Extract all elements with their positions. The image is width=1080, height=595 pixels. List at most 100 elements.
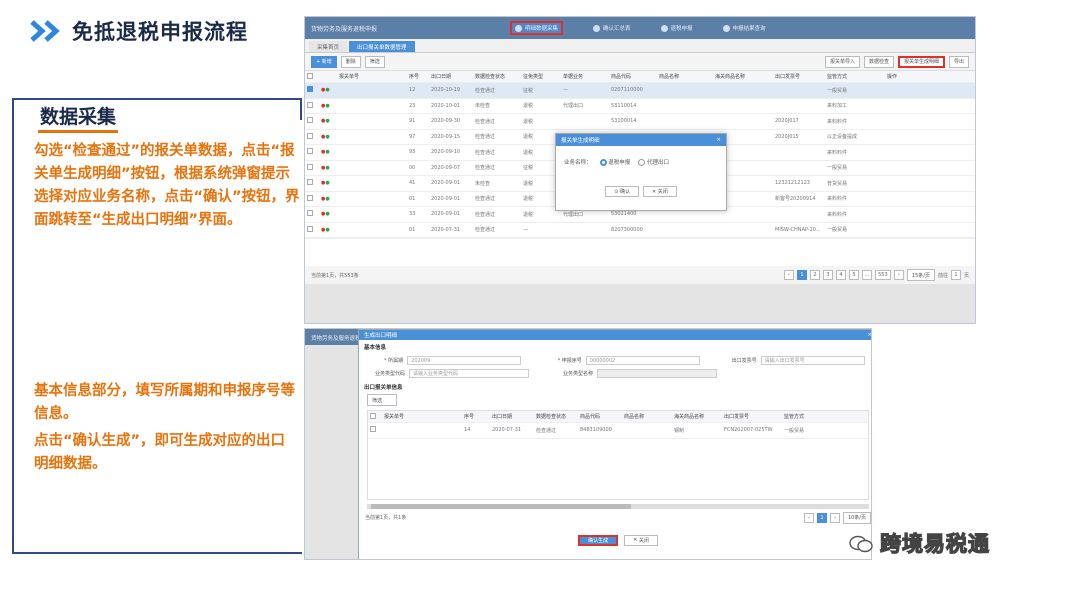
radio-agent-export[interactable]: 代理出口 [638,158,669,166]
export-detail-table: 报关单号 序号 出口日期 数据检查状态 商品代码 商品名称 海关商品名称 出口发票号 监管方式 … [367,410,869,500]
confirm-generate-button[interactable]: 确认生成 [578,534,619,546]
table-cell: 12 [409,87,416,94]
page-button[interactable]: 1 [816,512,827,523]
col-header: 单据业务 [563,74,584,80]
pager-info: 当前第1页，共1条 [365,515,407,521]
invoice-label: 出口发票号 [731,358,757,364]
row-checkbox[interactable] [307,225,313,232]
step-4[interactable]: 申报结果查询 [722,24,766,32]
tab-customs-data[interactable]: 出口报关单数据管理 [349,41,415,52]
import-button[interactable]: 报关单导入 [824,55,860,68]
step-description-2: 基本信息部分，填写所属期和申报序号等信息。 [34,383,295,422]
row-checkbox[interactable] [307,117,313,124]
row-checkbox[interactable] [307,163,313,170]
col-header: 操作 [887,74,898,80]
table-cell: — [523,226,528,233]
row-checkbox[interactable] [307,86,313,93]
table-row[interactable]: ●● 23 2020-10-01 未检查 退税 代理出口 53110014 来料加工 [305,99,975,114]
close-icon[interactable]: × [716,137,721,143]
table-row[interactable]: 14 2020-07-31 检查通过 8483109000 钢制 FCN202007-02… [368,423,868,439]
col-header: 海关商品名称 [674,414,705,420]
table-cell: 12321212123 [775,180,810,187]
invoice-input[interactable]: 请输入出口发票号 [760,356,865,365]
table-row[interactable]: ●● 91 2020-09-30 检查通过 退税 53100014 2020J017 来料料件 [305,114,975,130]
add-button[interactable]: + 新增 [311,55,337,68]
col-header: 商品名称 [624,414,645,420]
confirm-button[interactable]: ⊙ 确认 [605,186,639,197]
select-all-checkbox[interactable] [370,412,376,419]
delete-button[interactable]: 删除 [340,55,361,68]
tab-bar: 采集首页 出口报关单数据管理 [305,39,975,53]
close-icon[interactable]: × [867,332,871,338]
tab-home[interactable]: 采集首页 [309,41,348,52]
page-button[interactable]: 4 [835,270,846,280]
form-row: * 所属期 202009 * 申报序号 00000002 出口发票号 请输入出口… [359,354,871,367]
step-label: 退税申报 [670,26,693,32]
table-cell: 2020-09-30 [431,118,461,125]
prev-page-button[interactable]: ‹ [803,512,814,523]
biz-name-input [597,369,717,378]
page-button[interactable]: 553 [874,270,891,280]
generate-detail-modal: 报关单生成明细 × 业务名称： 退税申报 代理出口 ⊙ 确认 ✕ 关闭 [555,133,727,211]
col-header: 出口发票号 [724,414,750,420]
dialog-title: 生成出口明细 [364,333,398,339]
scrollbar-thumb[interactable] [371,503,631,509]
period-input[interactable]: 202009 [407,356,521,365]
biz-code-input[interactable]: 请输入业务类型代码 [409,369,529,378]
select-all-checkbox[interactable] [307,72,313,79]
page-size-select[interactable]: 15条/页 [906,269,935,281]
table-cell: 93 [409,149,416,156]
row-checkbox[interactable] [307,210,313,217]
step-3[interactable]: 退税申报 [660,24,693,32]
status-dots: ●● [321,133,330,140]
radio-label: 代理出口 [647,160,670,166]
close-button[interactable]: ✕ 关闭 [624,534,658,546]
radio-icon [638,159,646,166]
table-cell: 普货贸易 [827,180,848,187]
table-cell: 2020J017 [775,118,799,125]
table-row[interactable]: ●● 01 2020-07-31 检查通过 — 8207300000 MISW-CHNAP-… [305,223,975,238]
row-checkbox[interactable] [307,101,313,108]
table-cell: 一般贸易 [827,165,848,172]
page-size-select[interactable]: 10条/页 [842,511,871,524]
table-cell: 2020-09-01 [431,211,461,218]
row-checkbox[interactable] [307,148,313,155]
step-1[interactable]: 明细数据采集 [510,21,564,35]
page-button[interactable]: 5 [848,270,859,280]
table-cell: 一般贸易 [827,227,848,234]
step-2[interactable]: 确认汇总表 [593,24,631,32]
page-button[interactable]: 1 [796,270,807,280]
filter-button[interactable]: 筛选 [367,394,397,406]
basic-info-heading: 基本信息 [364,345,387,351]
col-header: 数据检查状态 [536,414,567,420]
next-page-button[interactable]: › [829,512,840,523]
next-page-button[interactable]: › [893,270,904,280]
goto-label: 前往 [937,272,948,279]
radio-tax-refund[interactable]: 退税申报 [599,158,630,166]
prev-page-button[interactable]: ‹ [783,270,794,280]
page-button[interactable]: 3 [822,270,833,280]
table-cell: 2020-10-19 [431,87,461,94]
table-cell: 来料加工 [827,103,848,110]
row-checkbox[interactable] [307,179,313,186]
close-button[interactable]: ✕ 关闭 [643,186,677,197]
row-checkbox[interactable] [307,132,313,139]
filter-button[interactable]: 筛选 [364,55,385,68]
page-input[interactable]: 1 [950,270,961,280]
status-dots: ●● [321,102,330,109]
row-checkbox[interactable] [370,426,376,433]
table-cell: 14 [464,427,471,434]
seq-input[interactable]: 00000002 [585,356,700,365]
check-button[interactable]: 数据检查 [863,55,894,68]
table-row[interactable]: ●● 12 2020-10-19 检查通过 征税 — 0207110000 一般贸易 [305,83,975,99]
horizontal-scrollbar[interactable] [367,503,869,509]
pager-info: 当前第1页，共553条 [311,272,359,279]
status-dots: ●● [321,164,330,171]
table-cell: 来料料件 [827,211,848,218]
screenshot-data-collection: 货物劳务及服务退税申报 明细数据采集 确认汇总表 退税申报 申报结果查询 采集首… [304,16,976,324]
generate-detail-button[interactable]: 报关单生成明细 [897,55,945,68]
row-checkbox[interactable] [307,194,313,201]
page-button[interactable]: 2 [809,270,820,280]
export-button[interactable]: 导出 [948,55,969,68]
status-dots: ●● [321,149,330,156]
